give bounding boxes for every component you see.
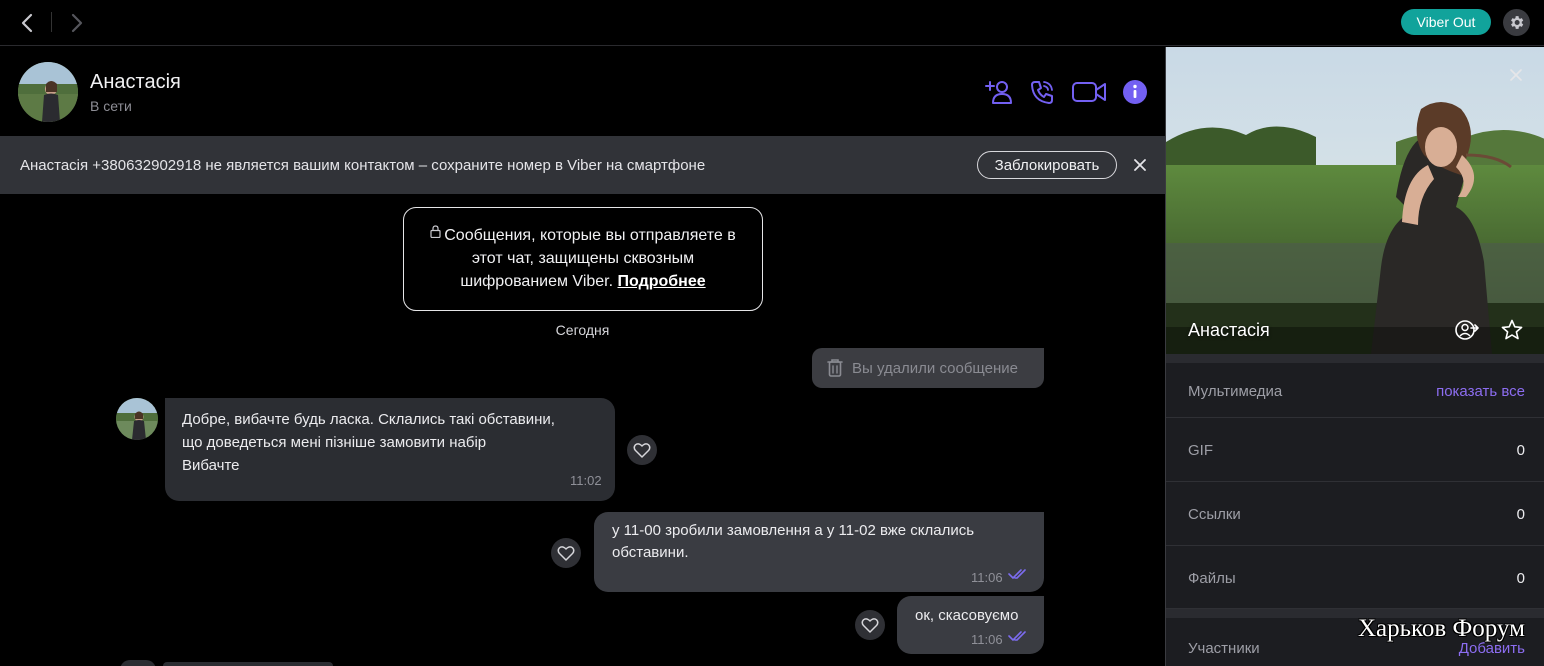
contact-info-panel: Анастасія Мультимедиа показать все GIF 0… bbox=[1165, 47, 1544, 666]
links-row[interactable]: Ссылки 0 bbox=[1166, 482, 1544, 546]
message-line: у 11-00 зробили замовлення а у 11-02 вже… bbox=[612, 522, 975, 539]
message-time: 11:06 bbox=[971, 632, 1003, 647]
chat-messages[interactable]: Сообщения, которые вы отправляете в этот… bbox=[0, 194, 1165, 666]
encryption-notice: Сообщения, которые вы отправляете в этот… bbox=[403, 207, 763, 311]
sender-avatar[interactable] bbox=[116, 398, 158, 440]
show-all-link[interactable]: показать все bbox=[1436, 383, 1525, 400]
top-bar: Viber Out bbox=[0, 0, 1544, 46]
settings-button[interactable] bbox=[1503, 9, 1530, 36]
back-button[interactable] bbox=[13, 9, 41, 37]
info-button[interactable] bbox=[1121, 77, 1149, 107]
profile-photo[interactable]: Анастасія bbox=[1166, 47, 1544, 354]
deleted-message[interactable]: Вы удалили сообщение bbox=[812, 348, 1044, 388]
like-button[interactable] bbox=[551, 538, 581, 568]
contact-status: В сети bbox=[90, 98, 132, 114]
trash-icon bbox=[827, 359, 843, 377]
partial-message bbox=[163, 662, 333, 666]
files-label: Файлы bbox=[1188, 570, 1236, 587]
gif-label: GIF bbox=[1188, 442, 1213, 459]
video-camera-icon bbox=[1072, 82, 1106, 102]
video-call-button[interactable] bbox=[1070, 77, 1108, 107]
partial-avatar bbox=[120, 660, 156, 666]
banner-text: Анастасія +380632902918 не является ваши… bbox=[20, 157, 706, 174]
like-button[interactable] bbox=[627, 435, 657, 465]
chevron-left-icon bbox=[21, 13, 33, 33]
message-line: Вибачте bbox=[182, 457, 240, 474]
deleted-message-text: Вы удалили сообщение bbox=[852, 359, 1018, 377]
close-icon bbox=[1510, 69, 1522, 81]
message-time: 11:02 bbox=[570, 473, 602, 488]
share-contact-icon bbox=[1455, 320, 1479, 340]
chat-header: Анастасія В сети bbox=[0, 47, 1165, 136]
nav-divider bbox=[51, 12, 52, 32]
block-button[interactable]: Заблокировать bbox=[977, 151, 1117, 179]
heart-icon bbox=[633, 443, 651, 458]
learn-more-link[interactable]: Подробнее bbox=[618, 273, 706, 290]
outgoing-message[interactable]: у 11-00 зробили замовлення а у 11-02 вже… bbox=[594, 512, 1044, 592]
add-contact-button[interactable] bbox=[984, 77, 1014, 107]
share-contact-button[interactable] bbox=[1454, 317, 1480, 343]
avatar-photo bbox=[18, 62, 78, 122]
heart-icon bbox=[861, 618, 879, 633]
media-label: Мультимедиа bbox=[1188, 383, 1283, 400]
close-icon bbox=[1134, 159, 1146, 171]
links-label: Ссылки bbox=[1188, 506, 1241, 523]
files-row[interactable]: Файлы 0 bbox=[1166, 546, 1544, 609]
contact-name: Анастасія bbox=[90, 71, 181, 93]
message-line: обставини. bbox=[612, 544, 689, 561]
lock-icon bbox=[430, 225, 441, 238]
add-user-icon bbox=[985, 81, 1012, 104]
favorite-button[interactable] bbox=[1499, 317, 1525, 343]
banner-close-button[interactable] bbox=[1130, 155, 1150, 175]
gif-row[interactable]: GIF 0 bbox=[1166, 418, 1544, 482]
incoming-message[interactable]: Добре, вибачте будь ласка. Склались такі… bbox=[165, 398, 615, 501]
double-check-icon bbox=[1008, 631, 1026, 641]
non-contact-banner: Анастасія +380632902918 не является ваши… bbox=[0, 136, 1165, 194]
chevron-right-icon bbox=[71, 13, 83, 33]
phone-icon bbox=[1031, 81, 1053, 104]
avatar-photo bbox=[116, 398, 158, 440]
info-icon bbox=[1123, 80, 1147, 104]
profile-photo-image bbox=[1166, 47, 1544, 354]
profile-name: Анастасія bbox=[1188, 320, 1270, 340]
media-row: Мультимедиа показать все bbox=[1166, 363, 1544, 418]
gif-count: 0 bbox=[1516, 442, 1525, 459]
double-check-icon bbox=[1008, 569, 1026, 579]
viber-out-button[interactable]: Viber Out bbox=[1401, 9, 1491, 35]
date-separator: Сегодня bbox=[555, 322, 610, 338]
outgoing-message[interactable]: ок, скасовуємо 11:06 bbox=[897, 596, 1044, 654]
forward-button[interactable] bbox=[63, 9, 91, 37]
participants-label: Участники bbox=[1188, 640, 1260, 657]
files-count: 0 bbox=[1516, 570, 1525, 587]
panel-close-button[interactable] bbox=[1506, 65, 1526, 85]
message-line: що доведеться мені пізніше замовити набі… bbox=[182, 434, 487, 451]
heart-icon bbox=[557, 546, 575, 561]
links-count: 0 bbox=[1516, 506, 1525, 523]
message-line: Добре, вибачте будь ласка. Склались такі… bbox=[182, 411, 555, 428]
star-icon bbox=[1501, 319, 1523, 340]
panel-divider bbox=[1166, 354, 1544, 363]
gear-icon bbox=[1511, 16, 1524, 29]
contact-avatar[interactable] bbox=[18, 62, 78, 122]
watermark: Харьков Форум bbox=[1358, 615, 1525, 642]
call-button[interactable] bbox=[1028, 77, 1056, 107]
like-button[interactable] bbox=[855, 610, 885, 640]
message-time: 11:06 bbox=[971, 570, 1003, 585]
message-line: ок, скасовуємо bbox=[915, 607, 1019, 624]
